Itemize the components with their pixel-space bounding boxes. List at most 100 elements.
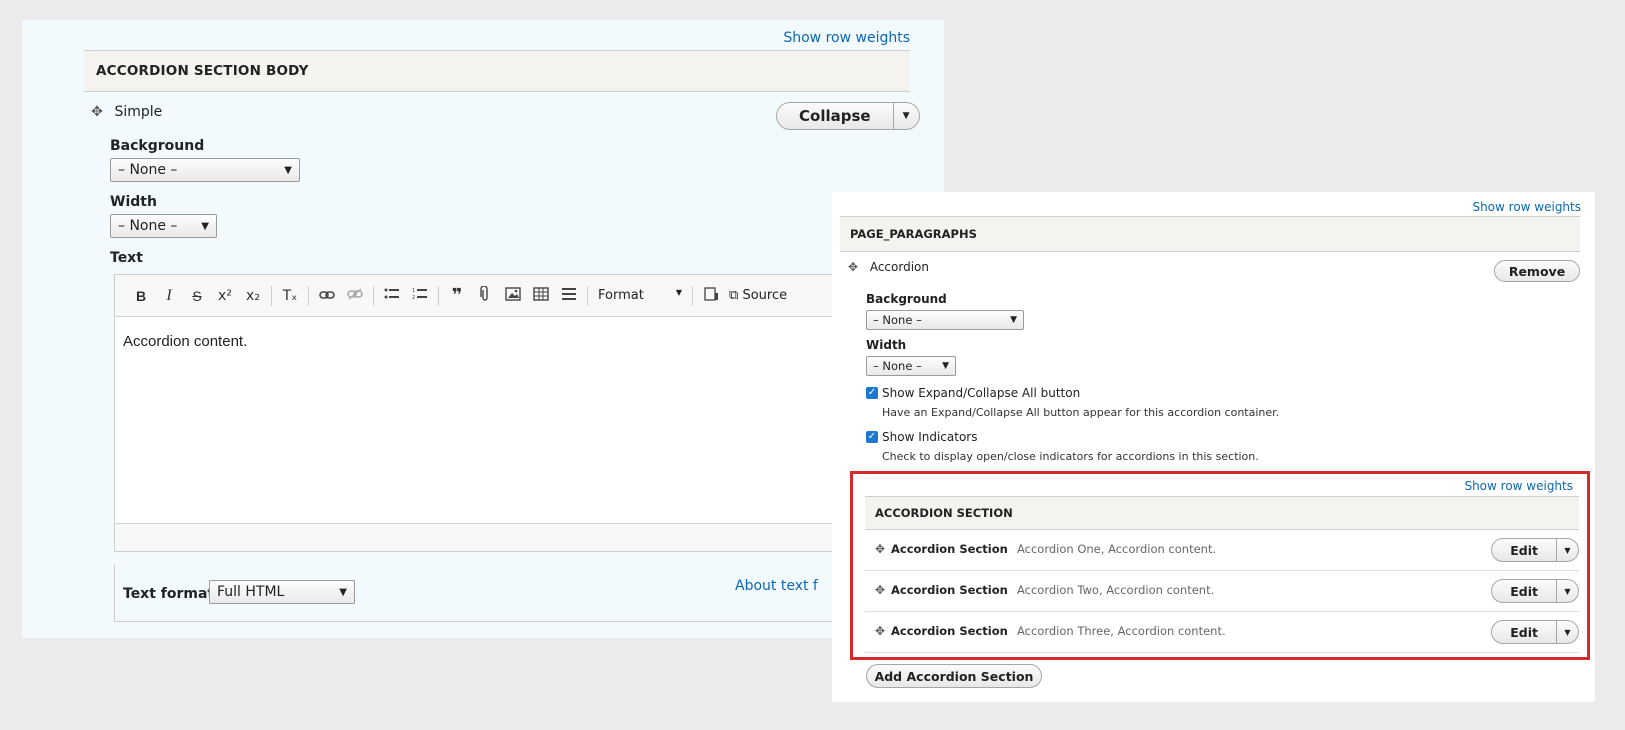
caret-down-icon: ▼: [339, 586, 347, 598]
bulleted-list-icon[interactable]: [378, 287, 406, 305]
svg-text:1: 1: [412, 288, 415, 294]
subscript-button[interactable]: x₂: [239, 288, 267, 304]
show-row-weights-link[interactable]: Show row weights: [1472, 200, 1581, 214]
drag-handle-icon[interactable]: ✥: [873, 624, 887, 638]
drag-handle-icon[interactable]: ✥: [846, 260, 860, 274]
table-row: ✥ Accordion Section Accordion Three, Acc…: [865, 612, 1579, 653]
text-label: Text: [110, 250, 143, 266]
accordion-section-body-panel: Show row weights ACCORDION SECTION BODY …: [22, 20, 944, 638]
chevron-down-icon[interactable]: ▼: [1556, 580, 1578, 602]
caret-down-icon: ▼: [1010, 315, 1017, 325]
rich-text-editor: B I S x² x₂ Tₓ 12 ❞ Format ▼ ⧉ Source Ac…: [114, 274, 922, 552]
strikethrough-button[interactable]: S: [183, 288, 211, 304]
italic-button[interactable]: I: [155, 287, 183, 305]
svg-text:2: 2: [412, 295, 415, 301]
caret-down-icon: ▼: [942, 361, 949, 371]
toolbar-divider: [373, 285, 374, 306]
section-header: ACCORDION SECTION BODY: [84, 50, 910, 92]
horizontal-rule-icon[interactable]: [555, 287, 583, 305]
drag-handle-icon[interactable]: ✥: [873, 542, 887, 556]
table-icon[interactable]: [527, 286, 555, 305]
show-row-weights-link[interactable]: Show row weights: [1464, 479, 1573, 493]
link-icon[interactable]: [313, 288, 341, 304]
collapse-button[interactable]: Collapse: [777, 103, 893, 129]
background-select-value: – None –: [118, 162, 178, 178]
attachment-icon[interactable]: [471, 284, 499, 306]
width-select[interactable]: – None – ▼: [110, 214, 217, 238]
format-dropdown[interactable]: Format ▼: [592, 288, 688, 303]
expand-collapse-label: Show Expand/Collapse All button: [882, 386, 1081, 400]
background-select[interactable]: – None – ▼: [866, 310, 1024, 330]
page-paragraphs-panel: Show row weights PAGE_PARAGRAPHS ✥ Accor…: [832, 192, 1595, 702]
unlink-icon[interactable]: [341, 287, 369, 304]
width-label: Width: [866, 338, 907, 352]
width-label: Width: [110, 194, 157, 210]
remove-format-button[interactable]: Tₓ: [276, 288, 304, 304]
add-accordion-section-button[interactable]: Add Accordion Section: [866, 664, 1042, 688]
background-select[interactable]: – None – ▼: [110, 158, 300, 182]
source-icon: ⧉: [729, 288, 739, 303]
toolbar-divider: [308, 285, 309, 306]
text-format-select[interactable]: Full HTML ▼: [209, 580, 355, 604]
chevron-down-icon[interactable]: ▼: [892, 103, 919, 129]
drag-handle-icon[interactable]: ✥: [90, 105, 104, 119]
show-blocks-icon[interactable]: [697, 286, 725, 305]
indicators-description: Check to display open/close indicators f…: [882, 450, 1259, 463]
chevron-down-icon[interactable]: ▼: [1556, 539, 1578, 561]
editor-toolbar: B I S x² x₂ Tₓ 12 ❞ Format ▼ ⧉ Source: [115, 275, 921, 317]
drag-handle-icon[interactable]: ✥: [873, 583, 887, 597]
text-format-value: Full HTML: [217, 584, 285, 600]
paragraph-type-label: Accordion: [869, 260, 929, 274]
paragraph-row-accordion: ✥ Accordion: [846, 260, 929, 274]
edit-button[interactable]: Edit: [1492, 580, 1556, 602]
edit-button[interactable]: Edit: [1492, 539, 1556, 561]
width-select-value: – None –: [118, 218, 178, 234]
paragraph-type-label: Simple: [114, 104, 163, 120]
row-summary: Accordion Three, Accordion content.: [1017, 624, 1226, 638]
row-name: Accordion Section: [891, 624, 1008, 638]
chevron-down-icon[interactable]: ▼: [1556, 621, 1578, 643]
toolbar-divider: [692, 285, 693, 306]
accordion-section-header: ACCORDION SECTION: [865, 496, 1579, 530]
background-label: Background: [866, 292, 947, 306]
table-row: ✥ Accordion Section Accordion Two, Accor…: [865, 571, 1579, 612]
background-label: Background: [110, 138, 205, 154]
format-dropdown-label: Format: [598, 288, 644, 303]
toolbar-divider: [587, 285, 588, 306]
source-label: Source: [742, 288, 788, 303]
row-summary: Accordion One, Accordion content.: [1017, 542, 1217, 556]
text-format-wrapper: Text format Full HTML ▼ About text f: [114, 564, 922, 622]
width-select-value: – None –: [873, 359, 922, 373]
indicators-option: ✓ Show Indicators: [866, 430, 977, 444]
image-icon[interactable]: [499, 286, 527, 305]
caret-down-icon: ▼: [284, 164, 292, 176]
collapse-button-group: Collapse ▼: [776, 102, 920, 130]
expand-collapse-checkbox[interactable]: ✓: [866, 387, 878, 399]
expand-collapse-description: Have an Expand/Collapse All button appea…: [882, 406, 1280, 419]
caret-down-icon: ▼: [201, 220, 209, 232]
width-select[interactable]: – None – ▼: [866, 356, 956, 376]
accordion-section-highlight: Show row weights ACCORDION SECTION ✥ Acc…: [850, 471, 1590, 660]
remove-button[interactable]: Remove: [1494, 260, 1580, 282]
about-text-formats-link[interactable]: About text f: [735, 578, 818, 594]
background-select-value: – None –: [873, 313, 922, 327]
row-name: Accordion Section: [891, 542, 1008, 556]
bold-button[interactable]: B: [127, 288, 155, 304]
indicators-checkbox[interactable]: ✓: [866, 431, 878, 443]
row-name: Accordion Section: [891, 583, 1008, 597]
text-format-label: Text format: [123, 586, 215, 602]
paragraph-row-simple: ✥ Simple: [90, 104, 162, 120]
editor-content-area[interactable]: Accordion content.: [115, 317, 921, 523]
editor-status-bar: [115, 523, 921, 551]
edit-button-group: Edit ▼: [1491, 579, 1579, 603]
edit-button[interactable]: Edit: [1492, 621, 1556, 643]
edit-button-group: Edit ▼: [1491, 620, 1579, 644]
toolbar-divider: [438, 285, 439, 306]
numbered-list-icon[interactable]: 12: [406, 287, 434, 305]
show-row-weights-link[interactable]: Show row weights: [783, 30, 910, 46]
source-button[interactable]: ⧉ Source: [729, 288, 787, 303]
superscript-button[interactable]: x²: [211, 288, 239, 304]
blockquote-icon[interactable]: ❞: [443, 285, 471, 306]
indicators-label: Show Indicators: [882, 430, 978, 444]
row-summary: Accordion Two, Accordion content.: [1017, 583, 1215, 597]
